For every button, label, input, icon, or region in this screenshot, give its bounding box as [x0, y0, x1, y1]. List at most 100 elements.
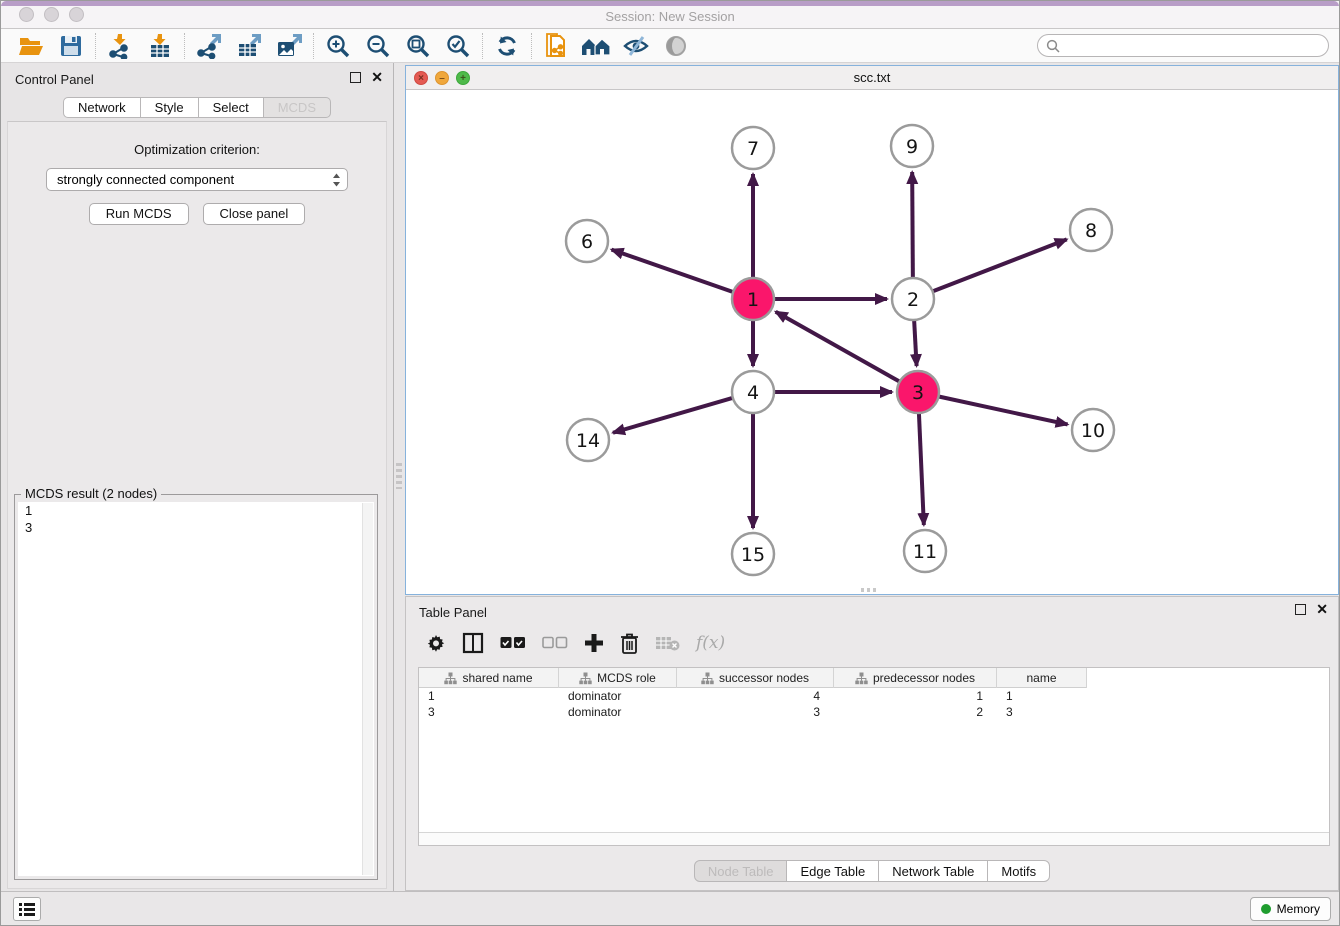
network-canvas[interactable]: 7 9 6 8 1 2 4 3 14 10 15 11 — [406, 90, 1338, 593]
table-cell[interactable]: 3 — [997, 704, 1087, 720]
import-network-button[interactable] — [100, 31, 140, 61]
float-table-panel-icon[interactable] — [1295, 604, 1306, 615]
search-box[interactable] — [1037, 34, 1329, 57]
zoom-selected-button[interactable] — [438, 31, 478, 61]
save-session-button[interactable] — [51, 31, 91, 61]
dropdown-value: strongly connected component — [57, 172, 332, 187]
network-window-titlebar[interactable]: × – + scc.txt — [406, 66, 1338, 90]
show-column-button[interactable] — [462, 632, 484, 654]
graph-node-9[interactable]: 9 — [891, 125, 933, 167]
tab-node-table[interactable]: Node Table — [694, 860, 788, 882]
hide-graphics-details-button[interactable] — [616, 31, 656, 61]
columns-icon — [462, 632, 484, 654]
panel-splitter[interactable] — [396, 463, 402, 489]
zoom-in-button[interactable] — [318, 31, 358, 61]
table-settings-button[interactable] — [426, 633, 446, 653]
column-header-MCDS-role[interactable]: MCDS role — [559, 668, 677, 688]
table-cell[interactable]: 3 — [677, 704, 834, 720]
tab-select[interactable]: Select — [199, 97, 264, 118]
table-tabs: Node TableEdge TableNetwork TableMotifs — [406, 860, 1338, 882]
clone-network-button[interactable] — [536, 31, 576, 61]
search-input[interactable] — [1065, 39, 1320, 53]
table-cell[interactable]: 2 — [834, 704, 997, 720]
create-column-button[interactable] — [584, 633, 604, 653]
graph-edge-2-3[interactable] — [914, 319, 917, 366]
select-all-columns-button[interactable] — [500, 636, 526, 650]
column-header-shared-name[interactable]: shared name — [419, 668, 559, 688]
mcds-panel: Optimization criterion: strongly connect… — [7, 121, 387, 889]
table-horizontal-scrollbar[interactable] — [419, 832, 1329, 845]
graph-edge-3-1[interactable] — [776, 312, 901, 382]
table-cell[interactable]: dominator — [559, 688, 677, 704]
table-cell[interactable]: dominator — [559, 704, 677, 720]
graph-edge-3-11[interactable] — [919, 412, 924, 525]
svg-text:7: 7 — [747, 138, 759, 160]
optimization-criterion-select[interactable]: strongly connected component — [46, 168, 348, 191]
unchecked-boxes-icon — [542, 636, 568, 650]
graph-edge-4-14[interactable] — [613, 398, 734, 433]
graph-node-6[interactable]: 6 — [566, 220, 608, 262]
column-header-name[interactable]: name — [997, 668, 1087, 688]
save-icon — [59, 34, 83, 58]
graph-node-11[interactable]: 11 — [904, 530, 946, 572]
home-button[interactable] — [576, 31, 616, 61]
graph-node-10[interactable]: 10 — [1072, 409, 1114, 451]
table-cell[interactable]: 1 — [419, 688, 559, 704]
tab-edge-table[interactable]: Edge Table — [787, 860, 879, 882]
graph-node-8[interactable]: 8 — [1070, 209, 1112, 251]
export-network-button[interactable] — [189, 31, 229, 61]
run-mcds-button[interactable]: Run MCDS — [89, 203, 189, 225]
open-file-button[interactable] — [11, 31, 51, 61]
graph-node-4[interactable]: 4 — [732, 371, 774, 413]
column-header-predecessor-nodes[interactable]: predecessor nodes — [834, 668, 997, 688]
table-row[interactable]: 3dominator323 — [419, 704, 1329, 720]
graph-node-1[interactable]: 1 — [732, 278, 774, 320]
close-panel-button[interactable]: Close panel — [203, 203, 306, 225]
tab-network[interactable]: Network — [63, 97, 141, 118]
table-cell[interactable]: 1 — [834, 688, 997, 704]
graph-edge-3-10[interactable] — [938, 396, 1068, 424]
export-network-icon — [196, 33, 222, 59]
table-cell[interactable]: 4 — [677, 688, 834, 704]
graph-node-15[interactable]: 15 — [732, 533, 774, 575]
tab-mcds[interactable]: MCDS — [264, 97, 331, 118]
zoom-out-button[interactable] — [358, 31, 398, 61]
close-table-panel-icon[interactable]: ✕ — [1316, 604, 1328, 615]
close-panel-icon[interactable]: ✕ — [371, 72, 383, 83]
refresh-button[interactable] — [487, 31, 527, 61]
unselect-all-columns-button[interactable] — [542, 636, 568, 650]
status-bar: Memory — [1, 891, 1339, 925]
float-panel-icon[interactable] — [350, 72, 361, 83]
graph-edge-2-9[interactable] — [912, 172, 913, 279]
graph-node-14[interactable]: 14 — [567, 419, 609, 461]
table-row[interactable]: 1dominator411 — [419, 688, 1329, 704]
graph-edge-2-8[interactable] — [932, 239, 1067, 291]
column-header-successor-nodes[interactable]: successor nodes — [677, 668, 834, 688]
graph-edge-1-6[interactable] — [612, 250, 735, 293]
tab-style[interactable]: Style — [141, 97, 199, 118]
graph-node-7[interactable]: 7 — [732, 127, 774, 169]
export-table-button[interactable] — [229, 31, 269, 61]
import-table-icon — [147, 33, 173, 59]
result-scrollbar[interactable] — [362, 503, 373, 875]
tab-network-table[interactable]: Network Table — [879, 860, 988, 882]
svg-text:9: 9 — [906, 136, 918, 158]
mcds-result-text[interactable]: 13 — [18, 502, 374, 876]
import-table-button[interactable] — [140, 31, 180, 61]
delete-columns-button[interactable] — [620, 632, 639, 654]
canvas-splitter-grip[interactable] — [861, 588, 879, 592]
table-cell[interactable]: 3 — [419, 704, 559, 720]
export-image-icon — [276, 33, 303, 59]
task-history-button[interactable] — [13, 897, 41, 921]
tab-motifs[interactable]: Motifs — [988, 860, 1050, 882]
graph-node-3[interactable]: 3 — [897, 371, 939, 413]
graph-node-2[interactable]: 2 — [892, 278, 934, 320]
network-graph[interactable]: 7 9 6 8 1 2 4 3 14 10 15 11 — [406, 90, 1338, 593]
table-cell[interactable]: 1 — [997, 688, 1087, 704]
node-table[interactable]: shared nameMCDS rolesuccessor nodesprede… — [418, 667, 1330, 846]
zoom-fit-button[interactable] — [398, 31, 438, 61]
gear-icon — [426, 633, 446, 653]
memory-button[interactable]: Memory — [1250, 897, 1331, 921]
show-graphics-details-button[interactable] — [656, 31, 696, 61]
export-image-button[interactable] — [269, 31, 309, 61]
